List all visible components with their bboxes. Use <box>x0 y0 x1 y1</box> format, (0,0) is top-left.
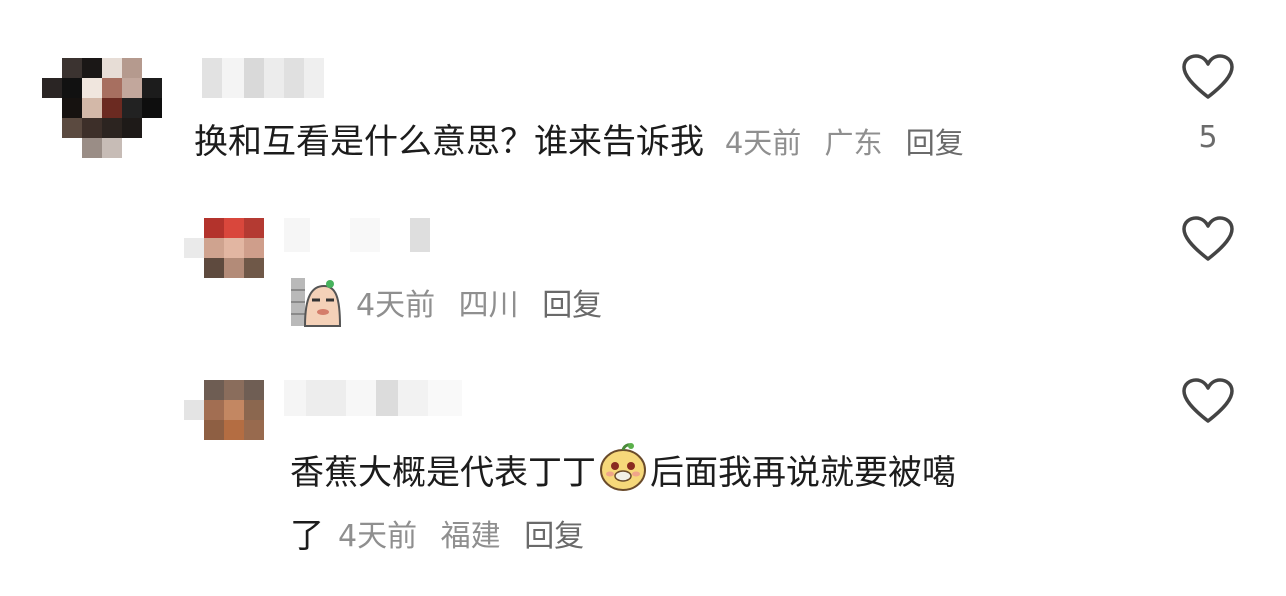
heart-outline-icon[interactable] <box>1182 378 1234 424</box>
comment-line: 换和互看是什么意思？谁来告诉我 4天前 广东 回复 <box>194 118 978 167</box>
comment-list: 换和互看是什么意思？谁来告诉我 4天前 广东 回复 5 4天前 四川 回复 香蕉… <box>0 0 1286 596</box>
username-blurred[interactable] <box>202 58 324 98</box>
comment-text: 换和互看是什么意思？谁来告诉我 <box>194 122 704 162</box>
reply-button[interactable]: 回复 <box>524 519 584 554</box>
comment-text-end: 了 <box>290 516 324 556</box>
avatar[interactable] <box>184 218 264 278</box>
comment-location: 福建 <box>440 518 501 554</box>
comment-line: 香蕉大概是代表丁丁 后面我再说就要被噶 <box>290 442 956 497</box>
like-count: 5 <box>1198 120 1218 155</box>
comment-location: 广东 <box>824 126 883 160</box>
comment-time: 4天前 <box>356 288 436 323</box>
reply-button[interactable]: 回复 <box>542 288 602 323</box>
heart-outline-icon[interactable] <box>1182 54 1234 100</box>
comment-text-continued: 后面我再说就要被噶 <box>650 453 956 493</box>
avatar[interactable] <box>42 58 162 158</box>
comment-time: 4天前 <box>724 126 802 160</box>
comment-location: 四川 <box>458 288 519 323</box>
comment-meta: 4天前 四川 回复 <box>356 280 616 324</box>
avatar[interactable] <box>184 380 264 440</box>
comment-meta: 4天前 福建 回复 <box>338 511 598 555</box>
comment-meta: 4天前 广东 回复 <box>725 126 978 160</box>
comment-text: 香蕉大概是代表丁丁 <box>290 453 596 493</box>
username-blurred[interactable] <box>284 218 430 252</box>
wall-peek-sticker <box>291 278 342 327</box>
heart-outline-icon[interactable] <box>1182 216 1234 262</box>
username-blurred[interactable] <box>284 380 462 416</box>
cute-face-emoji <box>600 443 646 491</box>
comment-line-2: 了 4天前 福建 回复 <box>290 508 598 557</box>
reply-button[interactable]: 回复 <box>906 126 964 160</box>
comment-time: 4天前 <box>338 518 418 554</box>
comment-line: 4天前 四川 回复 <box>290 276 616 328</box>
